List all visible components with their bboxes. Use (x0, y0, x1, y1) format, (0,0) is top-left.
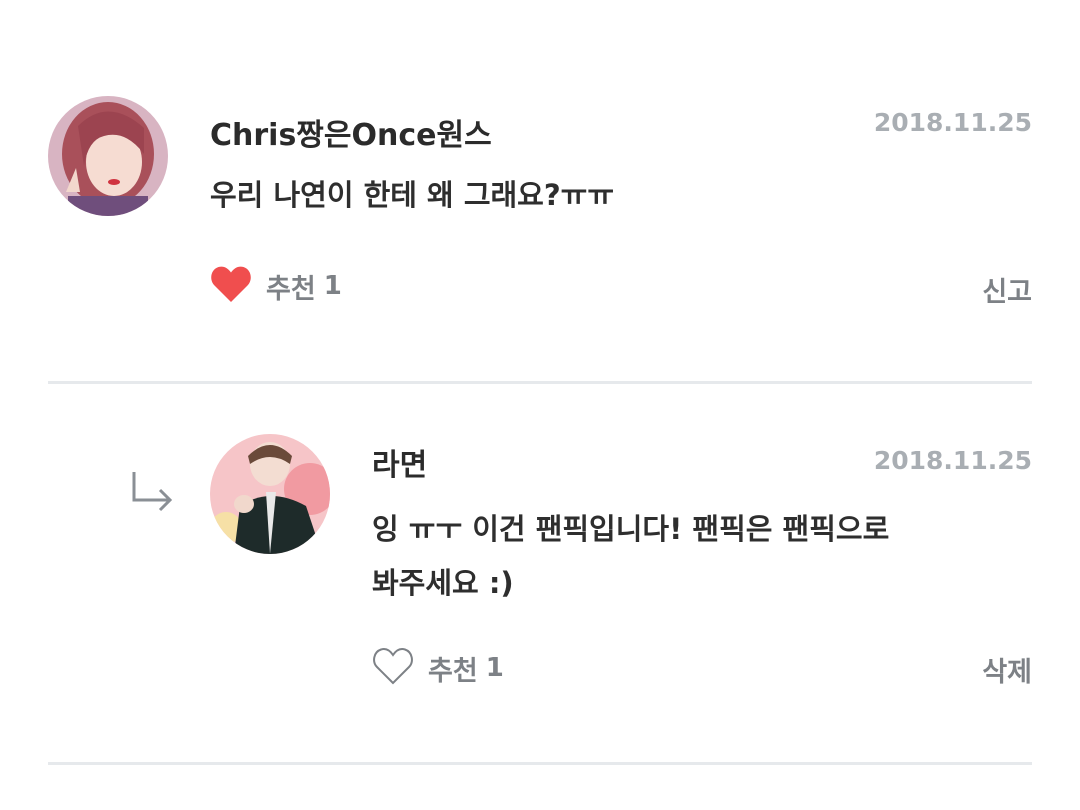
comment-text: 잉 ㅠㅜ 이건 팬픽입니다! 팬픽은 팬픽으로 봐주세요 :) (372, 512, 890, 600)
comment-author[interactable]: Chris짱은Once원스 (210, 110, 492, 154)
reply-item: 라면 2018.11.25 잉 ㅠㅜ 이건 팬픽입니다! 팬픽은 팬픽으로 봐주… (0, 384, 1080, 768)
like-button[interactable]: 추천 1 (372, 646, 504, 690)
delete-button[interactable]: 삭제 (982, 650, 1032, 689)
like-label: 추천 (266, 273, 316, 305)
comment-date: 2018.11.25 (873, 108, 1032, 137)
heart-filled-icon (210, 264, 252, 308)
like-count: 1 (485, 653, 504, 683)
heart-outline-icon (372, 646, 414, 690)
like-button[interactable]: 추천 1 (210, 264, 342, 308)
like-count: 1 (323, 271, 342, 301)
comment-author[interactable]: 라면 (372, 440, 427, 484)
like-label: 추천 (428, 655, 478, 687)
avatar[interactable] (210, 434, 330, 554)
comment-date: 2018.11.25 (873, 446, 1032, 475)
reply-arrow-icon (128, 470, 176, 520)
avatar[interactable] (48, 96, 168, 216)
comment-item: Chris짱은Once원스 2018.11.25 우리 나연이 한테 왜 그래요… (0, 0, 1080, 384)
comment-text: 우리 나연이 한테 왜 그래요?ㅠㅠ (210, 178, 615, 212)
divider (48, 762, 1032, 765)
report-button[interactable]: 신고 (982, 270, 1032, 309)
